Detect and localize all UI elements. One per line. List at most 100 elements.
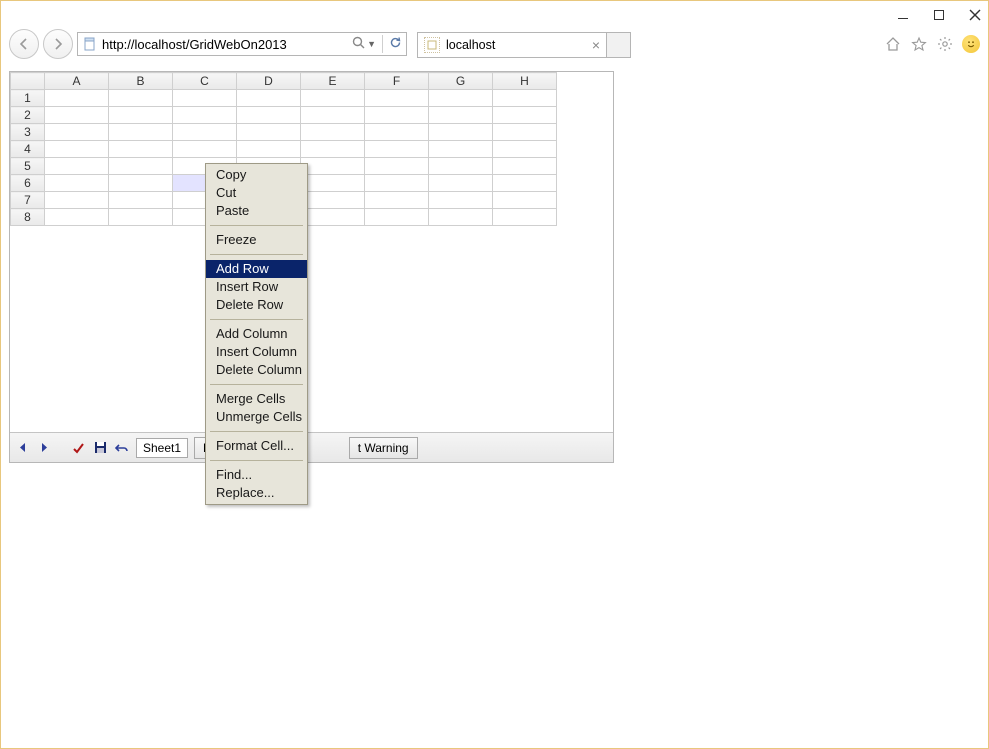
row-header[interactable]: 4 (11, 141, 45, 158)
cell[interactable] (109, 124, 173, 141)
sheet-name-input[interactable] (136, 438, 188, 458)
row-header[interactable]: 3 (11, 124, 45, 141)
cell[interactable] (493, 90, 557, 107)
cell[interactable] (365, 90, 429, 107)
dropdown-icon[interactable]: ▼ (367, 39, 376, 49)
cell[interactable] (45, 158, 109, 175)
cell[interactable] (493, 192, 557, 209)
context-menu-item[interactable]: Copy (206, 166, 307, 184)
cell[interactable] (45, 175, 109, 192)
context-menu-item[interactable]: Unmerge Cells (206, 408, 307, 426)
cell[interactable] (109, 175, 173, 192)
column-header[interactable]: H (493, 73, 557, 90)
new-tab-button[interactable] (607, 32, 631, 58)
tab-close-button[interactable]: × (592, 38, 600, 52)
cell[interactable] (429, 158, 493, 175)
column-header[interactable]: G (429, 73, 493, 90)
context-menu-item[interactable]: Replace... (206, 484, 307, 502)
cell[interactable] (173, 107, 237, 124)
cell[interactable] (45, 90, 109, 107)
context-menu-item[interactable]: Add Column (206, 325, 307, 343)
cell[interactable] (365, 141, 429, 158)
context-menu-item[interactable]: Merge Cells (206, 390, 307, 408)
next-sheet-icon[interactable] (36, 440, 52, 456)
select-all-corner[interactable] (11, 73, 45, 90)
window-close-button[interactable] (968, 8, 982, 22)
cell[interactable] (493, 124, 557, 141)
window-maximize-button[interactable] (932, 8, 946, 22)
context-menu-item[interactable]: Add Row (206, 260, 307, 278)
submit-icon[interactable] (70, 440, 86, 456)
context-menu-item[interactable]: Cut (206, 184, 307, 202)
prev-sheet-icon[interactable] (14, 440, 30, 456)
cell[interactable] (365, 124, 429, 141)
cell[interactable] (45, 209, 109, 226)
row-header[interactable]: 8 (11, 209, 45, 226)
address-bar[interactable]: http://localhost/GridWebOn2013 ▼ (77, 32, 407, 56)
save-icon[interactable] (92, 440, 108, 456)
context-menu-item[interactable]: Insert Row (206, 278, 307, 296)
cell[interactable] (237, 107, 301, 124)
search-icon[interactable] (352, 36, 365, 52)
cell[interactable] (493, 158, 557, 175)
cell[interactable] (173, 141, 237, 158)
cell[interactable] (301, 124, 365, 141)
cell[interactable] (365, 209, 429, 226)
cell[interactable] (493, 209, 557, 226)
footer-button-warning[interactable]: t Warning (349, 437, 418, 459)
cell[interactable] (365, 192, 429, 209)
row-header[interactable]: 7 (11, 192, 45, 209)
row-header[interactable]: 6 (11, 175, 45, 192)
context-menu-item[interactable]: Delete Row (206, 296, 307, 314)
cell[interactable] (109, 192, 173, 209)
cell[interactable] (109, 141, 173, 158)
cell[interactable] (365, 158, 429, 175)
cell[interactable] (301, 175, 365, 192)
cell[interactable] (45, 141, 109, 158)
cell[interactable] (45, 124, 109, 141)
forward-button[interactable] (43, 29, 73, 59)
context-menu-item[interactable]: Insert Column (206, 343, 307, 361)
cell[interactable] (429, 209, 493, 226)
cell[interactable] (429, 192, 493, 209)
gear-icon[interactable] (936, 35, 954, 53)
cell[interactable] (301, 90, 365, 107)
cell[interactable] (173, 124, 237, 141)
row-header[interactable]: 1 (11, 90, 45, 107)
column-header[interactable]: F (365, 73, 429, 90)
column-header[interactable]: D (237, 73, 301, 90)
column-header[interactable]: C (173, 73, 237, 90)
cell[interactable] (301, 107, 365, 124)
cell[interactable] (429, 124, 493, 141)
cell[interactable] (109, 158, 173, 175)
cell[interactable] (109, 107, 173, 124)
context-menu-item[interactable]: Paste (206, 202, 307, 220)
refresh-icon[interactable] (389, 36, 402, 52)
star-icon[interactable] (910, 35, 928, 53)
row-header[interactable]: 2 (11, 107, 45, 124)
cell[interactable] (45, 107, 109, 124)
window-minimize-button[interactable] (896, 8, 910, 22)
back-button[interactable] (9, 29, 39, 59)
cell[interactable] (109, 209, 173, 226)
cell[interactable] (493, 175, 557, 192)
tab-localhost[interactable]: localhost × (417, 32, 607, 58)
cell[interactable] (109, 90, 173, 107)
context-menu-item[interactable]: Delete Column (206, 361, 307, 379)
cell[interactable] (301, 158, 365, 175)
column-header[interactable]: A (45, 73, 109, 90)
cell[interactable] (237, 141, 301, 158)
cell[interactable] (45, 192, 109, 209)
cell[interactable] (429, 90, 493, 107)
cell[interactable] (237, 124, 301, 141)
column-header[interactable]: E (301, 73, 365, 90)
cell[interactable] (301, 141, 365, 158)
column-header[interactable]: B (109, 73, 173, 90)
cell[interactable] (301, 192, 365, 209)
cell[interactable] (493, 141, 557, 158)
cell[interactable] (173, 90, 237, 107)
smiley-icon[interactable] (962, 35, 980, 53)
undo-icon[interactable] (114, 440, 130, 456)
cell[interactable] (493, 107, 557, 124)
cell[interactable] (365, 107, 429, 124)
